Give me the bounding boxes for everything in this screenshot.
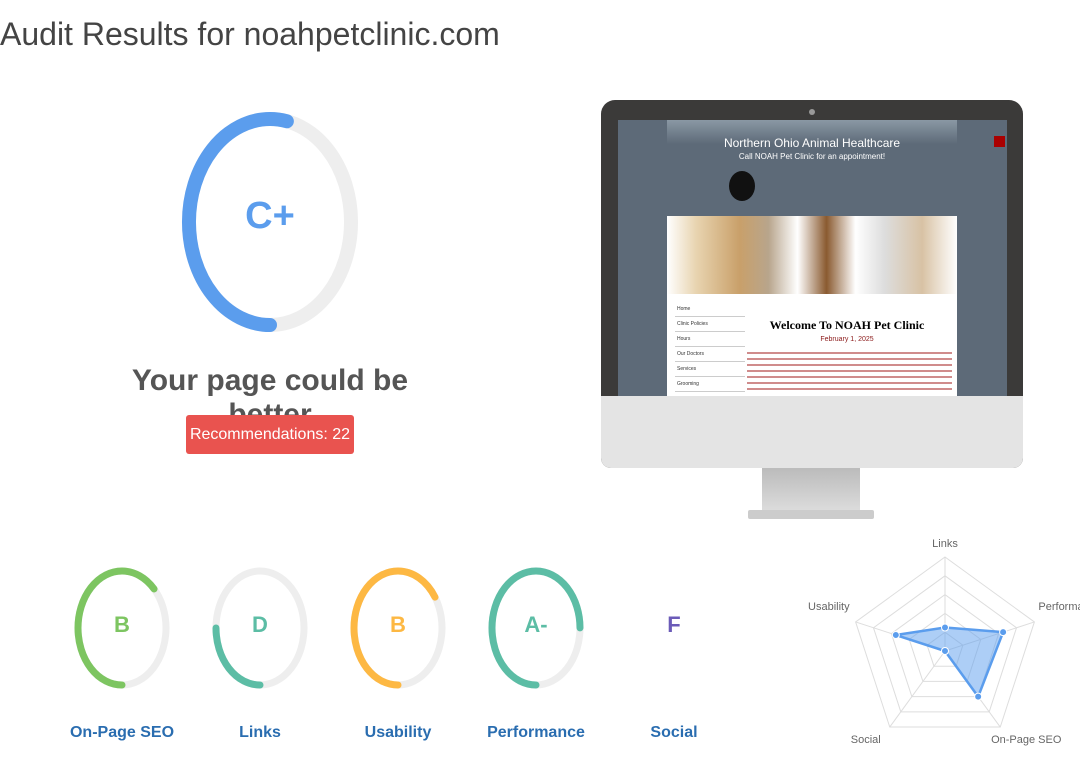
radar-axis-label: Usability (808, 601, 850, 613)
site-title: Northern Ohio Animal Healthcare (723, 136, 901, 150)
radar-point (941, 623, 949, 632)
radar-axis-line (889, 650, 946, 728)
category-label[interactable]: On-Page SEO (52, 724, 192, 742)
welcome-heading: Welcome To NOAH Pet Clinic (769, 318, 925, 332)
category-grade: B (390, 612, 406, 637)
category-grade: A- (524, 612, 548, 637)
recommendations-button[interactable]: Recommendations: 22 (186, 415, 354, 454)
site-nav-item: Clinic Policies (675, 317, 745, 332)
site-nav-item: Home (675, 302, 745, 317)
radar-series-area (895, 626, 1005, 700)
overall-grade: C+ (245, 195, 295, 237)
radar-point (941, 647, 949, 655)
radar-axis-label: Links (932, 538, 958, 550)
site-subtitle: Call NOAH Pet Clinic for an appointment! (738, 152, 886, 161)
radar-point (999, 628, 1008, 637)
radar-axis-label: Performance (1038, 601, 1080, 613)
website-preview: Northern Ohio Animal Healthcare Call NOA… (618, 120, 1007, 396)
radar-axis-label: On-Page SEO (991, 734, 1062, 746)
category-grade: D (252, 612, 268, 637)
category-label[interactable]: Links (190, 724, 330, 742)
radar-point (891, 631, 900, 640)
category-label[interactable]: Usability (328, 724, 468, 742)
pets-banner-image (667, 216, 957, 294)
monitor-base (748, 510, 874, 519)
radar-point (974, 692, 983, 701)
category-grade: B (114, 612, 130, 637)
monitor-stand (762, 468, 860, 512)
accessibility-icon[interactable] (994, 136, 1005, 147)
logo-icon (729, 171, 755, 201)
monitor-chin (601, 396, 1023, 468)
radar-axis-label: Social (851, 734, 881, 746)
camera-icon (809, 109, 815, 115)
site-nav-item: Our Doctors (675, 347, 745, 362)
site-nav-item: Grooming (675, 377, 745, 392)
radar-chart: Links Performance On-Page SEO Social Usabili… (808, 538, 1080, 746)
category-grade: F (667, 612, 681, 637)
site-nav-item: Services (675, 362, 745, 377)
body-text (747, 350, 952, 394)
category-label[interactable]: Social (604, 724, 744, 742)
post-date: February 1, 2025 (820, 336, 874, 343)
category-label[interactable]: Performance (466, 724, 606, 742)
site-nav-item: Hours (675, 332, 745, 347)
